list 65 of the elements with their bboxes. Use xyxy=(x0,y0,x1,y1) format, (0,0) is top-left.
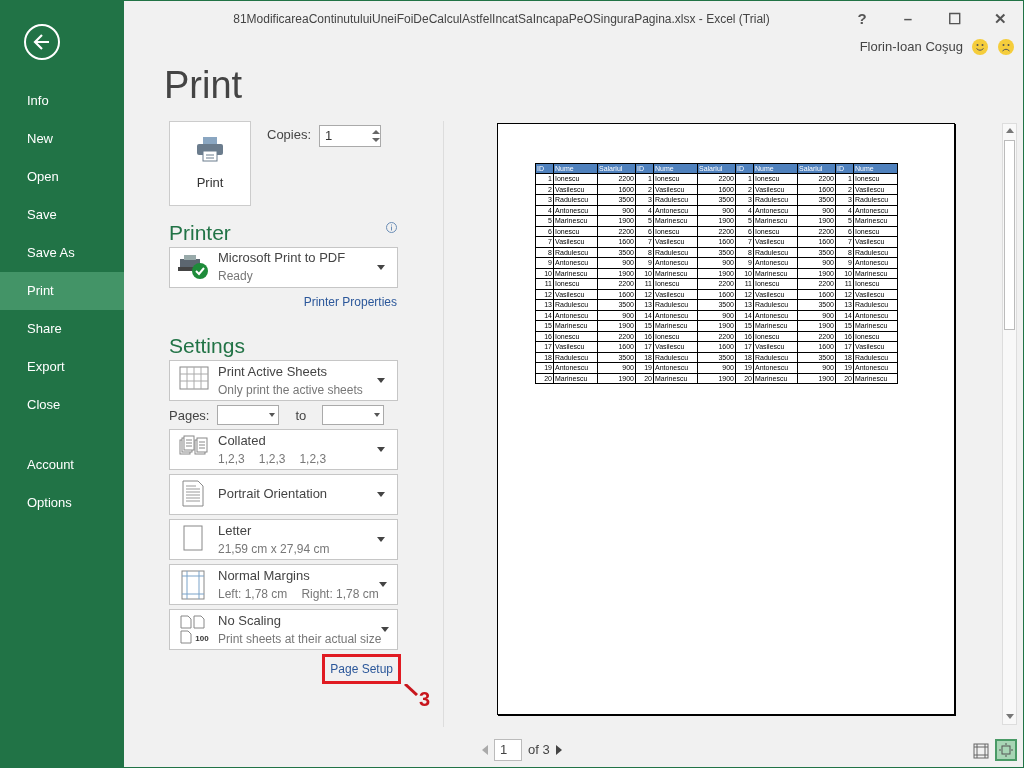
dropdown-caret-icon xyxy=(374,413,381,418)
scroll-down-icon[interactable] xyxy=(1005,714,1014,720)
scale-percent-label: 100 xyxy=(195,632,209,645)
page-number-field[interactable]: 1 xyxy=(494,739,522,761)
settings-dropdown[interactable]: Normal Margins Left: 1,78 cm Right: 1,78 cm xyxy=(169,564,398,606)
dropdown-caret-icon xyxy=(269,413,276,418)
copies-field[interactable]: 1 xyxy=(319,124,382,147)
nav-item[interactable]: Account xyxy=(0,446,124,484)
dropdown-caret-icon xyxy=(377,492,385,498)
maximize-button[interactable]: ☐ xyxy=(931,7,977,31)
page-setup-link[interactable]: Page Setup xyxy=(330,662,393,677)
close-button[interactable]: ✕ xyxy=(977,7,1023,31)
user-name[interactable]: Florin-Ioan Coşug xyxy=(859,37,963,57)
section-heading: Settings xyxy=(169,335,246,357)
nav-item[interactable]: Share xyxy=(0,310,124,348)
nav-item[interactable]: Export xyxy=(0,348,124,386)
settings-dropdown[interactable]: Letter 21,59 cm x 27,94 cm xyxy=(169,519,398,561)
nav-item[interactable]: Options xyxy=(0,484,124,522)
nav-item[interactable]: Close xyxy=(0,386,124,424)
leader-line xyxy=(403,683,418,696)
scroll-thumb[interactable] xyxy=(1004,139,1015,330)
zoom-page-icon xyxy=(999,743,1013,757)
printer-dropdown[interactable]: Microsoft Print to PDF Ready xyxy=(169,246,398,288)
nav-item[interactable]: Info xyxy=(0,82,124,120)
margins-icon xyxy=(973,742,989,759)
help-button[interactable]: ? xyxy=(839,7,885,31)
dropdown-caret-icon xyxy=(378,582,387,588)
page-from-field[interactable] xyxy=(217,405,280,426)
settings-dropdown[interactable]: Collated 1,2,3 1,2,3 1,2,3 xyxy=(169,429,398,471)
copies-label: Copies: xyxy=(267,125,312,144)
info-icon xyxy=(386,221,397,233)
print-button[interactable]: Print xyxy=(169,120,251,206)
window-title: 81ModificareaContinutuluiUneiFoiDeCalculAstfelIncatSaIncapaPeOSinguraPagina.xlsx - Excel (Trial) xyxy=(232,11,771,28)
minimize-button[interactable]: – xyxy=(885,7,931,31)
page-count: of 3 xyxy=(528,741,550,760)
printer-properties-link[interactable]: Printer Properties xyxy=(303,294,397,309)
printer-icon xyxy=(195,134,225,163)
dropdown-caret-icon xyxy=(377,537,385,543)
dropdown-caret-icon xyxy=(381,627,390,633)
zoom-to-page-button[interactable] xyxy=(995,739,1017,761)
spinner-arrows-icon xyxy=(372,128,381,143)
pages-label: Pages: xyxy=(169,406,210,425)
dropdown-caret-icon xyxy=(377,264,385,270)
dropdown-caret-icon xyxy=(377,378,385,384)
page-to-field[interactable] xyxy=(322,405,385,426)
step-number: 3 xyxy=(418,686,430,712)
page-title: Print xyxy=(164,65,244,107)
vertical-scrollbar[interactable] xyxy=(1002,122,1017,725)
nav-item[interactable]: Print xyxy=(0,272,124,310)
frown-icon xyxy=(997,38,1015,56)
next-page-icon xyxy=(555,745,562,755)
scroll-up-icon[interactable] xyxy=(1005,128,1014,134)
nav-item[interactable]: Open xyxy=(0,158,124,196)
settings-dropdown[interactable]: 100 No Scaling Print sheets at their actual size xyxy=(169,609,398,651)
settings-dropdown[interactable]: Print Active Sheets Only print the active sheets xyxy=(169,360,398,402)
section-heading: Printer xyxy=(169,221,231,243)
settings-dropdown[interactable]: Portrait Orientation xyxy=(169,474,398,516)
to-label: to xyxy=(294,406,308,425)
nav-item[interactable]: Save As xyxy=(0,234,124,272)
smile-icon xyxy=(971,38,989,56)
nav-item[interactable]: New xyxy=(0,120,124,158)
dropdown-caret-icon xyxy=(377,447,385,453)
previous-page-icon xyxy=(482,745,488,755)
printer-ready-icon xyxy=(178,254,210,281)
nav-item[interactable]: Save xyxy=(0,196,124,234)
